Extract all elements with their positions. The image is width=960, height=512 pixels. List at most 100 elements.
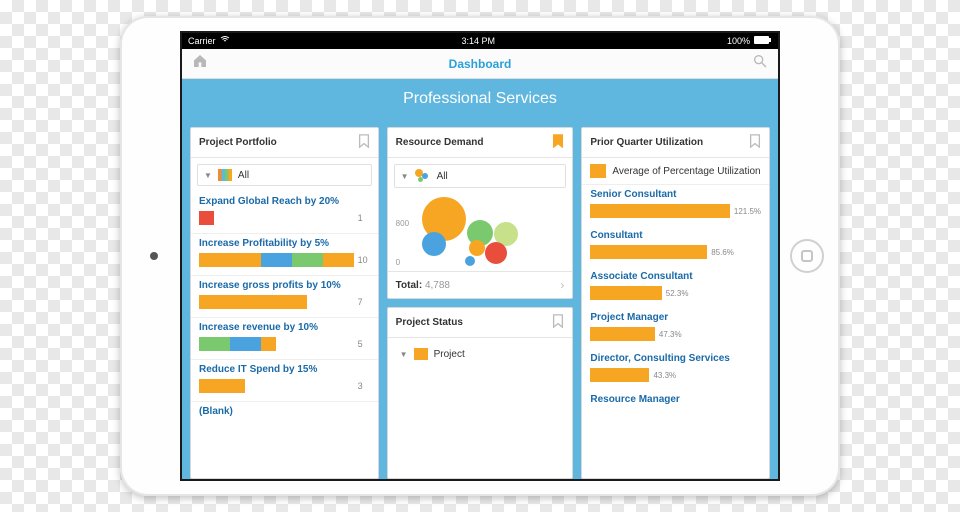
front-camera (150, 252, 158, 260)
y-tick: 0 (396, 258, 400, 267)
total-label: Total: (396, 280, 422, 291)
card-title: Prior Quarter Utilization (590, 137, 703, 148)
portfolio-goal[interactable]: Increase revenue by 10% 5 (191, 317, 378, 359)
battery-icon (754, 36, 772, 46)
card-resource-demand: Resource Demand ▼ All (387, 127, 574, 299)
goal-title: Expand Global Reach by 20% (199, 196, 370, 207)
portfolio-goal[interactable]: Expand Global Reach by 20% 1 (191, 192, 378, 233)
card-utilization: Prior Quarter Utilization Average of Per… (581, 127, 770, 479)
dashboard-columns: Project Portfolio ▼ All Expand Global Re… (182, 119, 778, 479)
role-bar (590, 204, 730, 218)
bubble-chart-icon (415, 169, 431, 183)
utilization-legend: Average of Percentage Utilization (582, 158, 769, 185)
goal-value: 1 (358, 213, 370, 223)
role-pct: 52.3% (666, 289, 689, 298)
color-swatch (414, 348, 428, 360)
chart-bubble[interactable] (485, 242, 507, 264)
role-bar (590, 286, 661, 300)
ipad-frame: Carrier 3:14 PM 100% Dashboard (120, 16, 840, 496)
utilization-role-list[interactable]: Senior Consultant 121.5%Consultant 85.6%… (582, 185, 769, 478)
goal-value: 10 (358, 255, 370, 265)
page-title: Dashboard (449, 57, 512, 71)
goal-title: Increase Profitability by 5% (199, 238, 370, 249)
portfolio-filter[interactable]: ▼ All (197, 164, 372, 186)
portfolio-goal-list[interactable]: Expand Global Reach by 20% 1Increase Pro… (191, 192, 378, 478)
chevron-right-icon: › (560, 278, 564, 292)
chart-bubble[interactable] (422, 232, 446, 256)
role-bar (590, 368, 649, 382)
search-icon[interactable] (752, 53, 768, 74)
utilization-role[interactable]: Director, Consulting Services 43.3% (582, 349, 769, 390)
bookmark-icon[interactable] (358, 134, 370, 151)
utilization-role[interactable]: Resource Manager (582, 390, 769, 431)
utilization-role[interactable]: Senior Consultant 121.5% (582, 185, 769, 226)
card-title: Project Status (396, 317, 463, 328)
bookmark-icon[interactable] (552, 134, 564, 151)
y-tick: 800 (396, 219, 409, 228)
chart-bubble[interactable] (469, 240, 485, 256)
role-bar (590, 245, 707, 259)
banner-title: Professional Services (403, 90, 557, 108)
home-icon[interactable] (192, 53, 208, 74)
project-status-row[interactable]: ▼ Project (394, 344, 567, 364)
legend-label: Average of Percentage Utilization (612, 166, 760, 177)
resource-bubble-chart[interactable]: 800 0 (398, 198, 563, 267)
screen: Carrier 3:14 PM 100% Dashboard (180, 31, 780, 481)
goal-bar (199, 337, 354, 351)
role-title: Associate Consultant (590, 271, 761, 282)
card-title: Resource Demand (396, 137, 484, 148)
row-label: Project (434, 349, 465, 360)
filter-label: All (238, 170, 249, 181)
goal-title: Reduce IT Spend by 15% (199, 364, 370, 375)
role-pct: 43.3% (653, 371, 676, 380)
clock: 3:14 PM (461, 36, 495, 46)
role-title: Project Manager (590, 312, 761, 323)
carrier-label: Carrier (188, 36, 216, 46)
goal-bar (199, 253, 354, 267)
chevron-down-icon: ▼ (204, 171, 212, 180)
stacked-bar-icon (218, 169, 232, 181)
role-title: Consultant (590, 230, 761, 241)
role-bar (590, 327, 655, 341)
utilization-role[interactable]: Consultant 85.6% (582, 226, 769, 267)
bookmark-icon[interactable] (552, 314, 564, 331)
utilization-role[interactable]: Project Manager 47.3% (582, 308, 769, 349)
role-title: Resource Manager (590, 394, 761, 405)
role-title: Director, Consulting Services (590, 353, 761, 364)
card-project-status: Project Status ▼ Project (387, 307, 574, 479)
home-button[interactable] (790, 239, 824, 273)
chevron-down-icon: ▼ (401, 172, 409, 181)
goal-bar (199, 211, 354, 225)
chart-bubble[interactable] (465, 256, 475, 266)
card-project-portfolio: Project Portfolio ▼ All Expand Global Re… (190, 127, 379, 479)
goal-bar (199, 379, 354, 393)
goal-bar (199, 421, 354, 435)
battery-pct: 100% (727, 36, 750, 46)
nav-bar: Dashboard (182, 49, 778, 79)
card-title: Project Portfolio (199, 137, 277, 148)
portfolio-goal[interactable]: (Blank) (191, 401, 378, 443)
goal-value: 5 (358, 339, 370, 349)
role-title: Senior Consultant (590, 189, 761, 200)
portfolio-goal[interactable]: Increase Profitability by 5% 10 (191, 233, 378, 275)
role-pct: 85.6% (711, 248, 734, 257)
filter-label: All (437, 171, 448, 182)
resource-total-row[interactable]: Total: 4,788 › (388, 271, 573, 298)
ios-status-bar: Carrier 3:14 PM 100% (182, 33, 778, 49)
portfolio-goal[interactable]: Increase gross profits by 10% 7 (191, 275, 378, 317)
role-pct: 47.3% (659, 330, 682, 339)
goal-bar (199, 295, 354, 309)
role-pct: 121.5% (734, 207, 761, 216)
bookmark-icon[interactable] (749, 134, 761, 151)
portfolio-goal[interactable]: Reduce IT Spend by 15% 3 (191, 359, 378, 401)
goal-title: Increase gross profits by 10% (199, 280, 370, 291)
goal-title: (Blank) (199, 406, 370, 417)
legend-swatch (590, 164, 606, 178)
goal-value: 3 (358, 381, 370, 391)
dashboard-banner: Professional Services (182, 79, 778, 119)
resource-filter[interactable]: ▼ All (394, 164, 567, 188)
total-value: 4,788 (425, 280, 450, 291)
wifi-icon (220, 36, 230, 46)
goal-value: 7 (358, 297, 370, 307)
utilization-role[interactable]: Associate Consultant 52.3% (582, 267, 769, 308)
